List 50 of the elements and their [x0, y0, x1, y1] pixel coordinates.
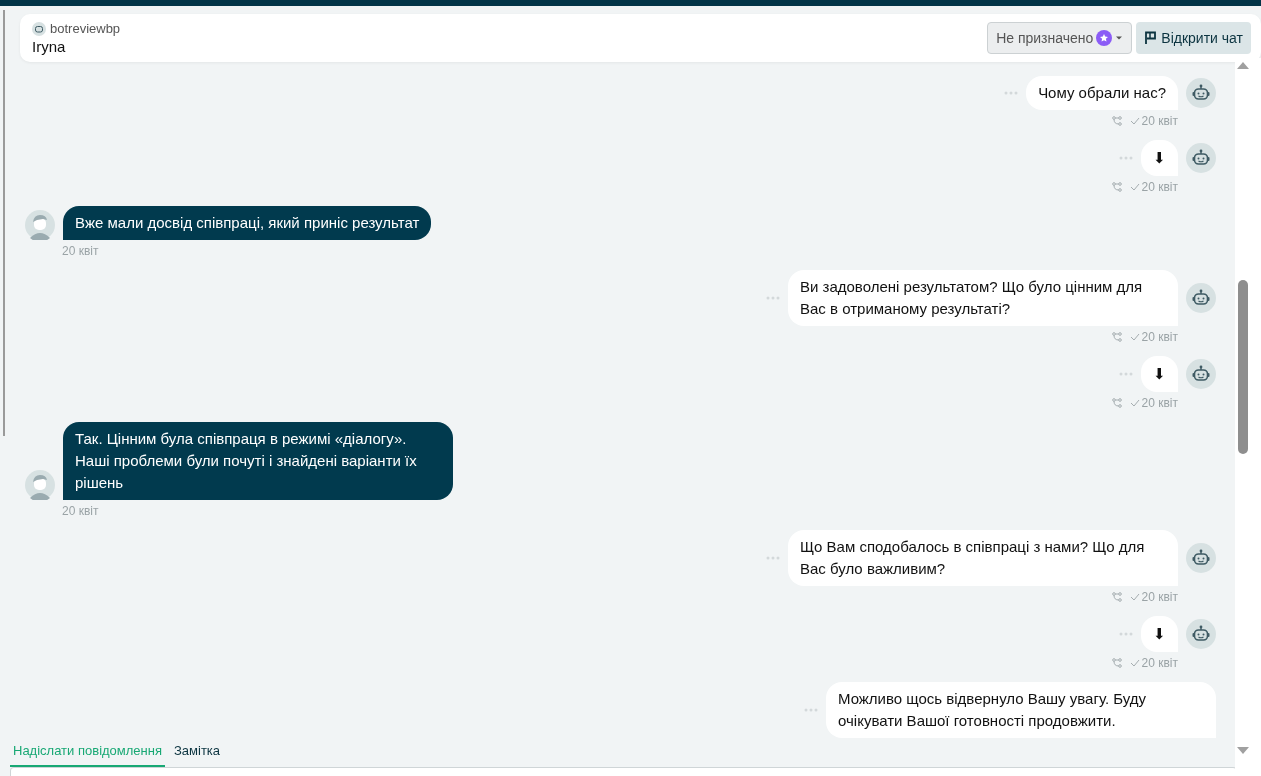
check-icon [1129, 659, 1140, 667]
user-message: Так. Цінним була співпраця в режимі «діалогу». Наші проблеми були почуті і знайдені варіанти їх рішень [63, 422, 453, 500]
bot-message: Що Вам сподобалось в співпраці з нами? Що для Вас було важливим? [788, 530, 1178, 586]
bot-message: ⬇ [1141, 356, 1178, 392]
caret-icon [1115, 35, 1124, 41]
bot-icon [32, 21, 46, 36]
flag-icon [1144, 31, 1159, 45]
bot-message: Ви задоволені результатом? Що було цінним для Вас в отриманому результаті? [788, 270, 1178, 326]
open-chat-button[interactable]: Відкрити чат [1136, 22, 1251, 54]
message-time: 20 квіт [62, 504, 99, 518]
message-time: 20 квіт [1141, 330, 1178, 344]
bot-avatar-icon [1186, 359, 1216, 389]
user-avatar-icon [25, 470, 55, 500]
flow-icon [1111, 658, 1122, 668]
message-time: 20 квіт [62, 244, 99, 258]
message-input-field[interactable] [10, 767, 1237, 776]
bot-message: ⬇ [1141, 140, 1178, 176]
check-icon [1129, 117, 1140, 125]
bot-message: Чому обрали нас? [1026, 76, 1178, 110]
message-time: 20 квіт [1141, 396, 1178, 410]
scrollbar-thumb[interactable] [1238, 280, 1248, 454]
contact-name: Iryna [32, 38, 67, 55]
bot-avatar-icon [1186, 283, 1216, 313]
bot-avatar-icon [1186, 619, 1216, 649]
channel-name: botreviewbp [50, 21, 121, 36]
user-message: Вже мали досвід співпраці, який приніс результат [63, 206, 432, 240]
bot-avatar-icon [1186, 78, 1216, 108]
composer-tab[interactable]: Замітка [171, 737, 224, 767]
flow-icon [1111, 398, 1122, 408]
check-icon [1129, 593, 1140, 601]
user-avatar-icon [25, 210, 55, 240]
scroll-down-icon[interactable] [1236, 746, 1250, 756]
message-time: 20 квіт [1141, 114, 1178, 128]
flow-icon [1111, 592, 1122, 602]
bot-avatar-icon [1186, 143, 1216, 173]
bot-avatar-icon [1186, 543, 1216, 573]
assignee-dropdown[interactable]: Не призначено [987, 22, 1133, 54]
bot-message: Можливо щось відвернуло Вашу увагу. Буду очікувати Вашої готовності продовжити. [826, 682, 1216, 738]
flow-icon [1111, 116, 1122, 126]
flow-icon [1111, 182, 1122, 192]
message-time: 20 квіт [1141, 656, 1178, 670]
flow-icon [1111, 332, 1122, 342]
bot-message: ⬇ [1141, 616, 1178, 652]
check-icon [1129, 399, 1140, 407]
message-time: 20 квіт [1141, 590, 1178, 604]
message-time: 20 квіт [1141, 180, 1178, 194]
scroll-up-icon[interactable] [1236, 60, 1250, 70]
scrollbar[interactable] [1235, 58, 1261, 776]
check-icon [1129, 333, 1140, 341]
check-icon [1129, 183, 1140, 191]
